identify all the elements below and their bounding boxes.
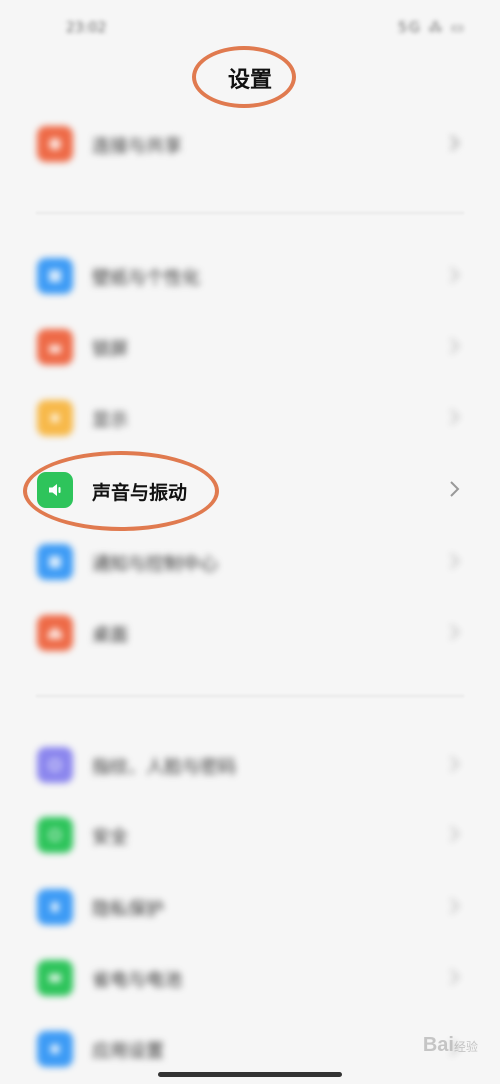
page-title: 设置: [227, 68, 272, 93]
home-indicator[interactable]: [158, 1072, 342, 1077]
home-icon: [37, 615, 73, 651]
section-divider: [36, 695, 464, 697]
chevron-right-icon: [450, 898, 460, 914]
section-divider: [36, 212, 464, 214]
chevron-right-icon: [450, 481, 460, 497]
settings-item-lock-screen[interactable]: 锁屏: [0, 315, 500, 379]
display-icon: [37, 400, 73, 436]
settings-item-notification-control[interactable]: 通知与控制中心: [0, 530, 500, 594]
watermark-sub: 经验: [453, 1040, 478, 1054]
chevron-right-icon: [450, 826, 460, 842]
settings-item-privacy[interactable]: 隐私保护: [0, 875, 500, 939]
settings-item-label: 安全: [92, 827, 128, 848]
settings-item-label: 桌面: [92, 625, 128, 646]
chevron-right-icon: [450, 624, 460, 640]
settings-item-fingerprint-face-password[interactable]: 指纹、人脸与密码: [0, 733, 500, 797]
settings-item-label: 隐私保护: [92, 899, 164, 920]
chevron-right-icon: [450, 135, 460, 151]
chevron-right-icon: [450, 969, 460, 985]
security-icon: [37, 817, 73, 853]
settings-item-label: 锁屏: [92, 339, 128, 360]
speaker-icon: [37, 472, 73, 508]
settings-item-label: 连接与共享: [92, 136, 182, 157]
settings-item-desktop[interactable]: 桌面: [0, 601, 500, 665]
settings-item-label: 指纹、人脸与密码: [92, 757, 236, 778]
settings-item-label: 省电与电池: [92, 970, 182, 991]
status-bar: 23:02 5G ⁂ ▭: [0, 0, 500, 60]
settings-item-label: 通知与控制中心: [92, 554, 218, 575]
chevron-right-icon: [450, 338, 460, 354]
watermark-text: Bai: [422, 1034, 454, 1056]
chevron-right-icon: [450, 553, 460, 569]
wallpaper-icon: [37, 258, 73, 294]
settings-item-label: 声音与振动: [92, 482, 188, 504]
lock-icon: [37, 329, 73, 365]
chevron-right-icon: [450, 756, 460, 772]
settings-item-security[interactable]: 安全: [0, 803, 500, 867]
fingerprint-icon: [37, 747, 73, 783]
settings-item-connection-sharing[interactable]: 连接与共享: [0, 112, 500, 176]
settings-item-label: 应用设置: [92, 1041, 164, 1062]
chevron-right-icon: [450, 409, 460, 425]
status-time: 23:02: [66, 20, 107, 36]
battery-icon: [37, 960, 73, 996]
settings-item-wallpaper[interactable]: 壁纸与个性化: [0, 244, 500, 308]
watermark: Bai经验: [423, 1034, 478, 1057]
chevron-right-icon: [450, 267, 460, 283]
settings-item-sound-vibration[interactable]: 声音与振动: [0, 458, 500, 522]
settings-item-label: 壁纸与个性化: [92, 268, 200, 289]
settings-item-label: 显示: [92, 410, 128, 431]
privacy-icon: [37, 889, 73, 925]
share-icon: [37, 126, 73, 162]
apps-icon: [37, 1031, 73, 1067]
settings-item-battery[interactable]: 省电与电池: [0, 946, 500, 1010]
settings-item-display[interactable]: 显示: [0, 386, 500, 450]
notification-icon: [37, 544, 73, 580]
status-icons: 5G ⁂ ▭: [398, 20, 466, 36]
